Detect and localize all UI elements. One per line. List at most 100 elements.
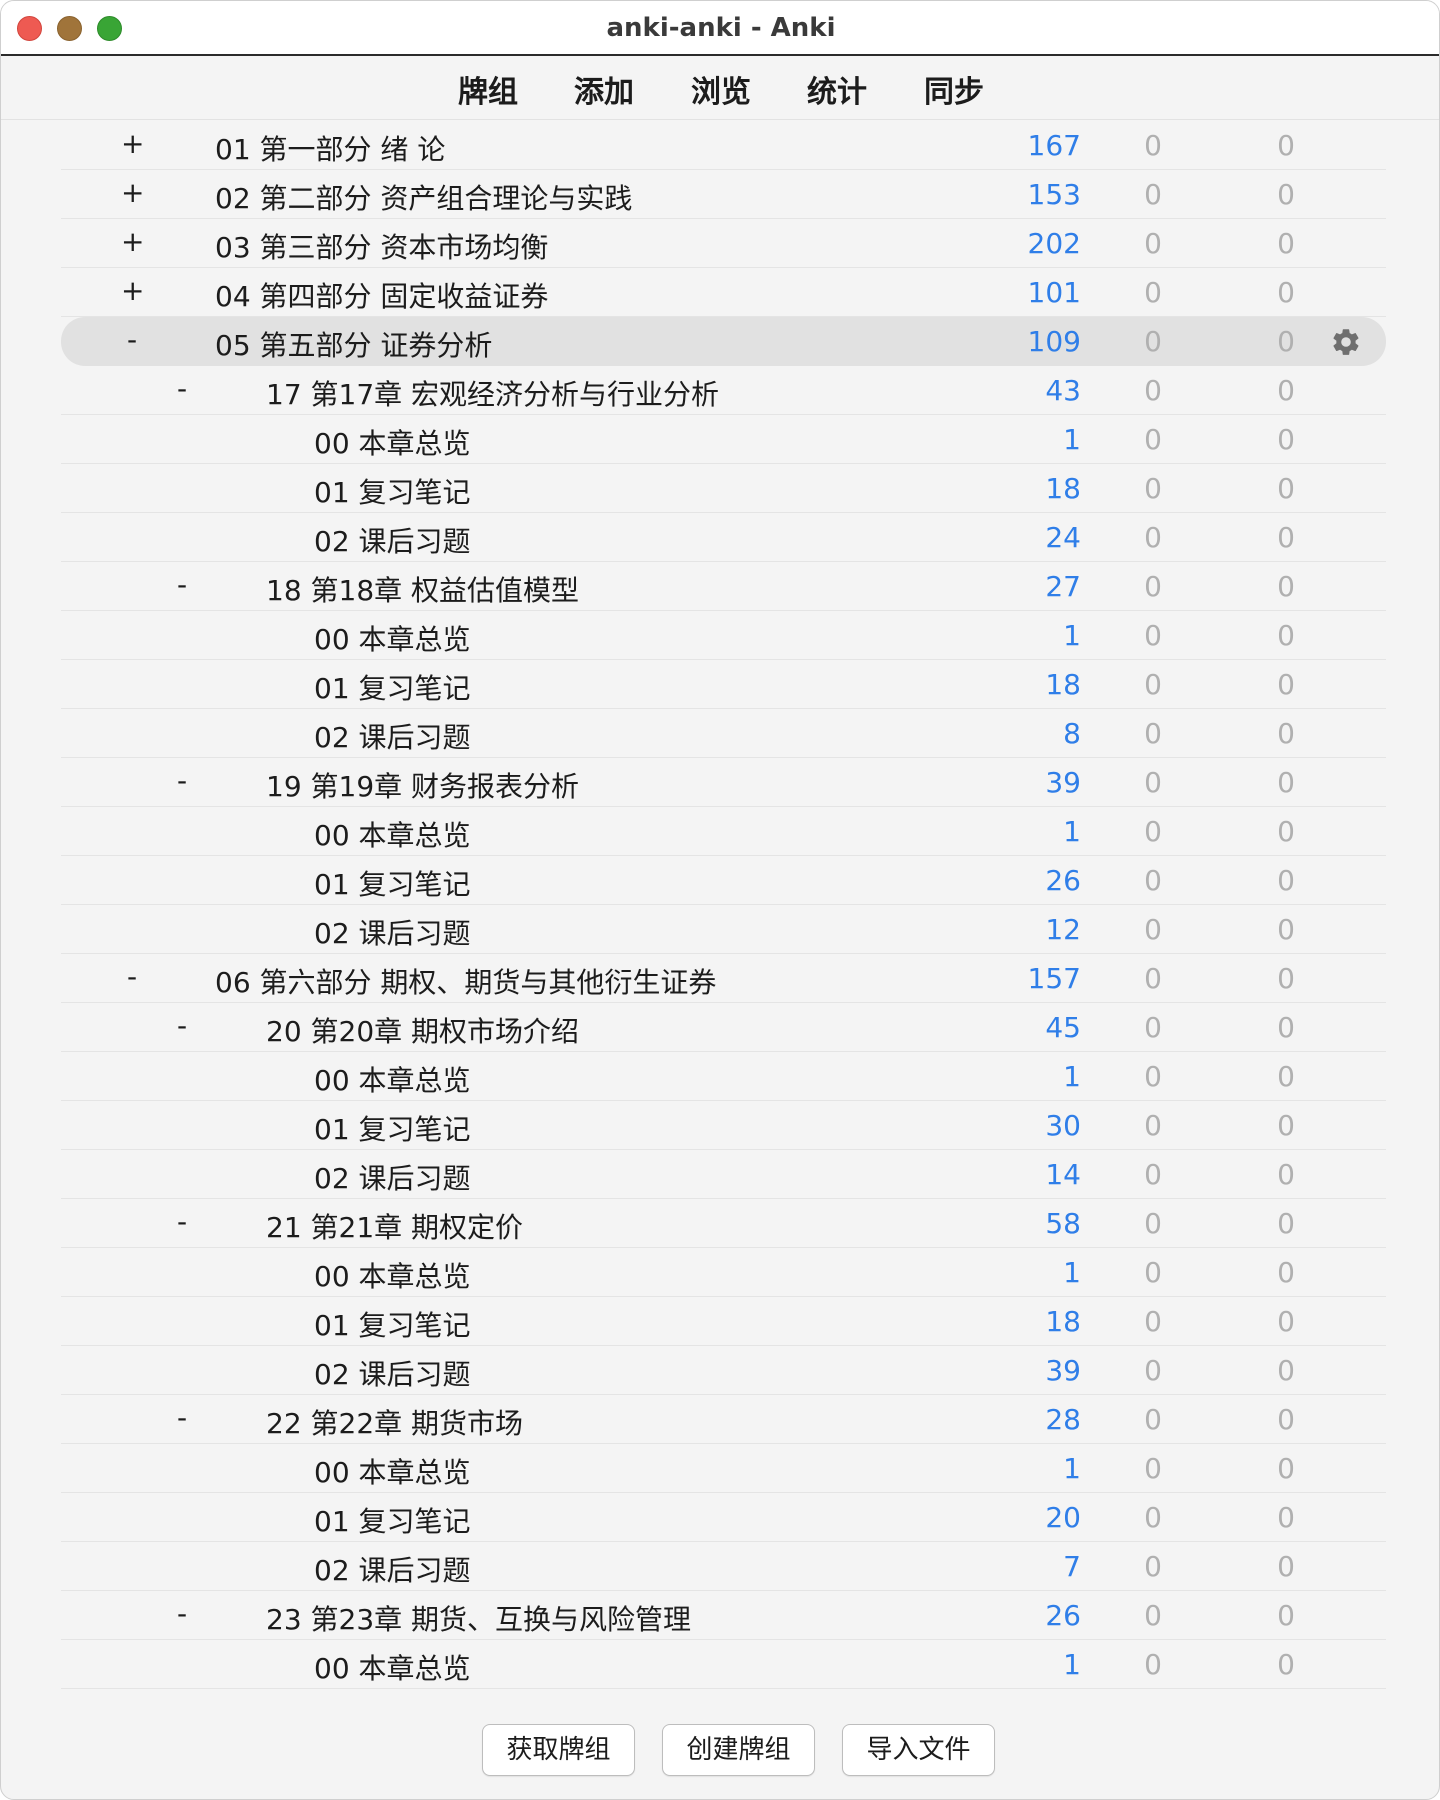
deck-name[interactable]: 21 第21章 期权定价 — [266, 1206, 523, 1246]
deck-name[interactable]: 17 第17章 宏观经济分析与行业分析 — [266, 373, 719, 413]
collapse-toggle[interactable]: - — [171, 1205, 193, 1238]
deck-row[interactable]: 02 课后习题 8 0 0 — [61, 709, 1386, 758]
deck-row[interactable]: 00 本章总览 1 0 0 — [61, 415, 1386, 464]
deck-name[interactable]: 01 复习笔记 — [314, 471, 471, 511]
collapse-toggle[interactable]: - — [171, 568, 193, 601]
deck-name[interactable]: 00 本章总览 — [314, 1059, 471, 1099]
import-file-button[interactable]: 导入文件 — [842, 1724, 995, 1776]
gear-icon[interactable] — [1330, 326, 1362, 358]
deck-row[interactable]: 00 本章总览 1 0 0 — [61, 611, 1386, 660]
due-count: 0 — [1277, 1060, 1295, 1093]
deck-name[interactable]: 03 第三部分 资本市场均衡 — [215, 226, 548, 266]
deck-name[interactable]: 02 课后习题 — [314, 716, 471, 756]
due-count: 0 — [1277, 864, 1295, 897]
deck-row[interactable]: - 23 第23章 期货、互换与风险管理 26 0 0 — [61, 1591, 1386, 1640]
deck-name[interactable]: 04 第四部分 固定收益证券 — [215, 275, 548, 315]
deck-row[interactable]: - 05 第五部分 证券分析 109 0 0 — [61, 317, 1386, 366]
deck-row[interactable]: 00 本章总览 1 0 0 — [61, 1640, 1386, 1689]
toolbar-add[interactable]: 添加 — [574, 67, 634, 111]
deck-row[interactable]: 02 课后习题 39 0 0 — [61, 1346, 1386, 1395]
due-count: 0 — [1277, 227, 1295, 260]
deck-row[interactable]: +03 第三部分 资本市场均衡 202 0 0 — [61, 219, 1386, 268]
expand-toggle[interactable]: + — [121, 225, 144, 258]
deck-row[interactable]: 01 复习笔记 18 0 0 — [61, 660, 1386, 709]
deck-row[interactable]: 01 复习笔记 20 0 0 — [61, 1493, 1386, 1542]
deck-name[interactable]: 00 本章总览 — [314, 814, 471, 854]
collapse-toggle[interactable]: - — [171, 1597, 193, 1630]
toolbar-decks[interactable]: 牌组 — [458, 67, 518, 111]
deck-row[interactable]: 00 本章总览 1 0 0 — [61, 1248, 1386, 1297]
deck-row[interactable]: 01 复习笔记 18 0 0 — [61, 464, 1386, 513]
deck-name[interactable]: 01 复习笔记 — [314, 1500, 471, 1540]
collapse-toggle[interactable]: - — [171, 1009, 193, 1042]
deck-name[interactable]: 23 第23章 期货、互换与风险管理 — [266, 1598, 691, 1638]
deck-name[interactable]: 02 课后习题 — [314, 912, 471, 952]
deck-row[interactable]: 01 复习笔记 30 0 0 — [61, 1101, 1386, 1150]
toolbar-browse[interactable]: 浏览 — [691, 67, 751, 111]
expand-toggle[interactable]: + — [121, 176, 144, 209]
new-count: 1 — [1063, 1060, 1081, 1093]
deck-row[interactable]: 02 课后习题 12 0 0 — [61, 905, 1386, 954]
toolbar-stats[interactable]: 统计 — [807, 67, 867, 111]
deck-row[interactable]: - 18 第18章 权益估值模型 27 0 0 — [61, 562, 1386, 611]
deck-row[interactable]: - 19 第19章 财务报表分析 39 0 0 — [61, 758, 1386, 807]
deck-name[interactable]: 00 本章总览 — [314, 1255, 471, 1295]
deck-row[interactable]: +02 第二部分 资产组合理论与实践 153 0 0 — [61, 170, 1386, 219]
learn-count: 0 — [1144, 619, 1162, 652]
deck-row[interactable]: - 21 第21章 期权定价 58 0 0 — [61, 1199, 1386, 1248]
deck-row[interactable]: +04 第四部分 固定收益证券 101 0 0 — [61, 268, 1386, 317]
deck-name[interactable]: 20 第20章 期权市场介绍 — [266, 1010, 579, 1050]
deck-name[interactable]: 06 第六部分 期权、期货与其他衍生证券 — [215, 961, 716, 1001]
get-shared-decks-button[interactable]: 获取牌组 — [482, 1724, 635, 1776]
deck-name[interactable]: 02 课后习题 — [314, 1157, 471, 1197]
new-count: 58 — [1045, 1207, 1081, 1240]
deck-row[interactable]: 00 本章总览 1 0 0 — [61, 1444, 1386, 1493]
collapse-toggle[interactable]: - — [171, 764, 193, 797]
deck-name[interactable]: 18 第18章 权益估值模型 — [266, 569, 579, 609]
deck-name[interactable]: 01 第一部分 绪 论 — [215, 128, 445, 168]
due-count: 0 — [1277, 423, 1295, 456]
footer-buttons: 获取牌组 创建牌组 导入文件 — [1, 1701, 1439, 1799]
deck-row[interactable]: - 06 第六部分 期权、期货与其他衍生证券 157 0 0 — [61, 954, 1386, 1003]
learn-count: 0 — [1144, 1256, 1162, 1289]
deck-row[interactable]: - 20 第20章 期权市场介绍 45 0 0 — [61, 1003, 1386, 1052]
title-bar[interactable]: anki-anki - Anki — [1, 1, 1439, 56]
collapse-toggle[interactable]: - — [171, 1401, 193, 1434]
deck-name[interactable]: 00 本章总览 — [314, 422, 471, 462]
due-count: 0 — [1277, 1403, 1295, 1436]
deck-name[interactable]: 01 复习笔记 — [314, 863, 471, 903]
collapse-toggle[interactable]: - — [171, 372, 193, 405]
deck-row[interactable]: 02 课后习题 14 0 0 — [61, 1150, 1386, 1199]
deck-name[interactable]: 00 本章总览 — [314, 1647, 471, 1687]
deck-name[interactable]: 00 本章总览 — [314, 618, 471, 658]
deck-row[interactable]: 02 课后习题 7 0 0 — [61, 1542, 1386, 1591]
deck-name[interactable]: 01 复习笔记 — [314, 1304, 471, 1344]
deck-row[interactable]: 01 复习笔记 18 0 0 — [61, 1297, 1386, 1346]
deck-row[interactable]: 00 本章总览 1 0 0 — [61, 1052, 1386, 1101]
toolbar-sync[interactable]: 同步 — [924, 67, 984, 111]
learn-count: 0 — [1144, 1648, 1162, 1681]
new-count: 24 — [1045, 521, 1081, 554]
deck-row[interactable]: - 22 第22章 期货市场 28 0 0 — [61, 1395, 1386, 1444]
collapse-toggle[interactable]: - — [121, 323, 143, 356]
deck-name[interactable]: 00 本章总览 — [314, 1451, 471, 1491]
deck-row[interactable]: 02 课后习题 24 0 0 — [61, 513, 1386, 562]
deck-row[interactable]: 00 本章总览 1 0 0 — [61, 807, 1386, 856]
deck-name[interactable]: 05 第五部分 证券分析 — [215, 324, 492, 364]
deck-row[interactable]: +01 第一部分 绪 论 167 0 0 — [61, 121, 1386, 170]
deck-name[interactable]: 22 第22章 期货市场 — [266, 1402, 523, 1442]
expand-toggle[interactable]: + — [121, 127, 144, 160]
deck-row[interactable]: 01 复习笔记 26 0 0 — [61, 856, 1386, 905]
deck-name[interactable]: 02 课后习题 — [314, 1549, 471, 1589]
deck-name[interactable]: 19 第19章 财务报表分析 — [266, 765, 579, 805]
deck-name[interactable]: 02 课后习题 — [314, 1353, 471, 1393]
deck-name[interactable]: 01 复习笔记 — [314, 1108, 471, 1148]
create-deck-button[interactable]: 创建牌组 — [662, 1724, 815, 1776]
new-count: 20 — [1045, 1501, 1081, 1534]
collapse-toggle[interactable]: - — [121, 960, 143, 993]
expand-toggle[interactable]: + — [121, 274, 144, 307]
deck-name[interactable]: 01 复习笔记 — [314, 667, 471, 707]
deck-row[interactable]: - 17 第17章 宏观经济分析与行业分析 43 0 0 — [61, 366, 1386, 415]
deck-name[interactable]: 02 第二部分 资产组合理论与实践 — [215, 177, 632, 217]
deck-name[interactable]: 02 课后习题 — [314, 520, 471, 560]
